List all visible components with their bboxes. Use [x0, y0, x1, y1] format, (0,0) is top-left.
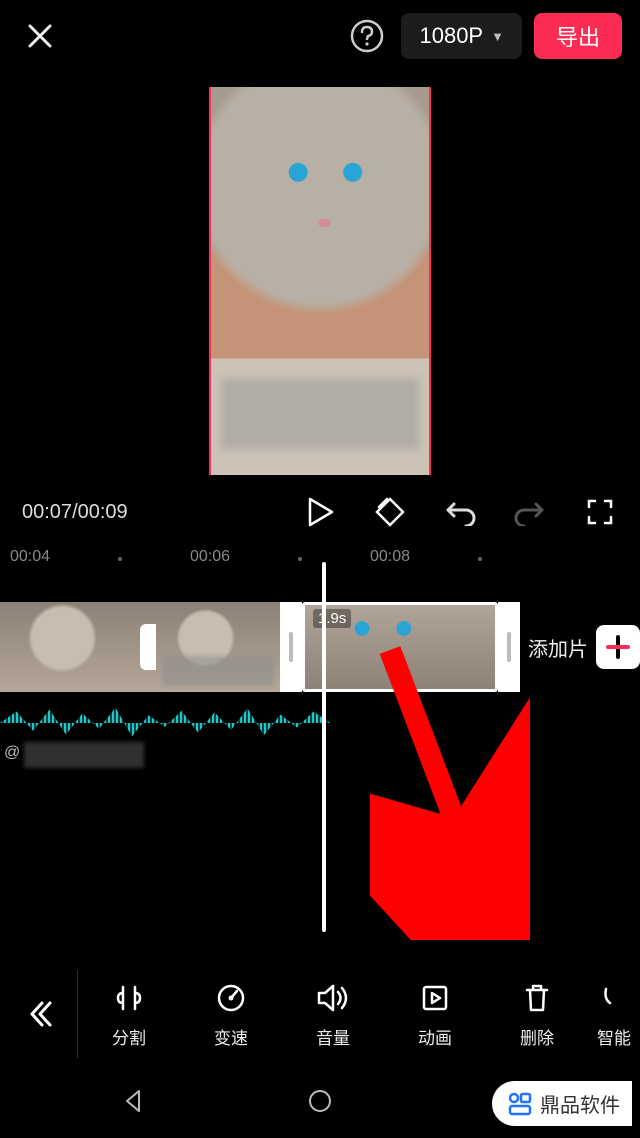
clip-duration-badge: 1.9s: [313, 609, 351, 628]
ruler-tick: 00:06: [190, 548, 230, 566]
add-clip-label: 添加片: [528, 633, 588, 662]
clip-handle-right[interactable]: [498, 602, 520, 692]
video-clip[interactable]: [0, 602, 156, 692]
split-icon: [111, 980, 147, 1016]
tool-label: 智能: [597, 1024, 631, 1049]
nav-home-button[interactable]: [306, 1087, 334, 1120]
nav-back-button[interactable]: [119, 1087, 147, 1120]
tool-smart[interactable]: 智能: [588, 980, 640, 1049]
redo-button[interactable]: [512, 494, 548, 530]
fullscreen-button[interactable]: [582, 494, 618, 530]
delete-icon: [519, 980, 555, 1016]
tool-animation[interactable]: 动画: [384, 980, 486, 1049]
tool-delete[interactable]: 删除: [486, 980, 588, 1049]
audio-author-blur: [24, 742, 144, 768]
smart-icon: [596, 980, 632, 1016]
watermark-badge: 鼎品软件: [492, 1081, 632, 1126]
video-preview-area[interactable]: [0, 72, 640, 482]
resolution-label: 1080P: [419, 23, 483, 49]
watermark-text: 鼎品软件: [540, 1089, 620, 1118]
video-track[interactable]: I 1.9s 添加片: [0, 602, 640, 692]
ruler-tick: 00:04: [10, 548, 50, 566]
tool-speed[interactable]: 变速: [180, 980, 282, 1049]
volume-icon: [315, 980, 351, 1016]
play-button[interactable]: [302, 494, 338, 530]
undo-button[interactable]: [442, 494, 478, 530]
audio-track[interactable]: [0, 704, 640, 742]
collapse-toolbar-button[interactable]: [0, 970, 78, 1058]
tool-volume[interactable]: 音量: [282, 980, 384, 1049]
tool-label: 分割: [112, 1024, 146, 1049]
timeline-ruler[interactable]: 00:04 00:06 00:08: [0, 548, 640, 574]
playback-time: 00:07/00:09: [22, 501, 268, 524]
export-label: 导出: [556, 20, 600, 52]
preview-caption-blur: [221, 379, 419, 449]
ruler-tick: 00:08: [370, 548, 410, 566]
chevron-down-icon: ▼: [491, 29, 504, 44]
video-clip-selected[interactable]: 1.9s: [302, 602, 498, 692]
edit-toolbar: 分割 变速 音量 动画 删除: [0, 970, 640, 1058]
speed-icon: [213, 980, 249, 1016]
watermark-logo-icon: [506, 1090, 534, 1118]
video-preview-frame: [209, 87, 431, 475]
keyframe-button[interactable]: [372, 494, 408, 530]
audio-author-prefix: @: [4, 744, 20, 762]
tool-label: 变速: [214, 1024, 248, 1049]
playhead[interactable]: [322, 562, 326, 932]
clip-handle-left[interactable]: [280, 602, 302, 692]
tool-label: 音量: [316, 1024, 350, 1049]
tool-label: 删除: [520, 1024, 554, 1049]
tool-label: 动画: [418, 1024, 452, 1049]
video-clip[interactable]: [156, 602, 280, 692]
add-clip-button[interactable]: [596, 625, 640, 669]
help-button[interactable]: [345, 14, 389, 58]
resolution-selector[interactable]: 1080P ▼: [401, 13, 522, 59]
animation-icon: [417, 980, 453, 1016]
close-button[interactable]: [18, 14, 62, 58]
tool-split[interactable]: 分割: [78, 980, 180, 1049]
export-button[interactable]: 导出: [534, 13, 622, 59]
audio-waveform[interactable]: [0, 704, 330, 742]
